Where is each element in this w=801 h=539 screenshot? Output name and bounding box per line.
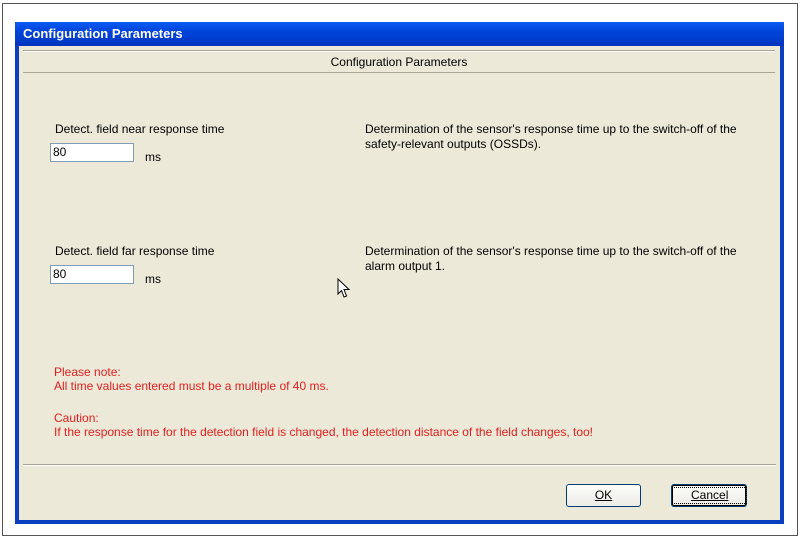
mouse-pointer-icon [337, 278, 351, 298]
far-response-time-label: Detect. field far response time [55, 244, 215, 258]
ok-button[interactable]: OK [566, 484, 641, 507]
title-bar[interactable]: Configuration Parameters [15, 22, 784, 46]
near-response-time-label: Detect. field near response time [55, 122, 225, 136]
footer-divider [23, 464, 776, 466]
far-response-time-input[interactable] [53, 267, 131, 282]
near-response-time-input[interactable] [53, 145, 131, 160]
far-response-time-unit: ms [145, 272, 161, 286]
near-response-time-field[interactable] [50, 143, 134, 162]
note-title: Please note: [54, 365, 121, 379]
dialog-window: Configuration Parameters Configuration P… [15, 22, 784, 524]
far-response-time-description: Determination of the sensor's response t… [365, 244, 737, 273]
dialog-client-area: Configuration Parameters Detect. field n… [19, 46, 780, 520]
caution-text: If the response time for the detection f… [54, 425, 594, 439]
far-response-time-field[interactable] [50, 265, 134, 284]
cancel-button-label: Cancel [672, 487, 748, 504]
near-response-time-description: Determination of the sensor's response t… [365, 122, 737, 151]
section-header-text: Configuration Parameters [330, 55, 468, 69]
section-header: Configuration Parameters [23, 51, 775, 73]
note-text: All time values entered must be a multip… [54, 379, 329, 393]
window-title: Configuration Parameters [23, 26, 183, 41]
caution-title: Caution: [54, 411, 99, 425]
cancel-button[interactable]: Cancel [671, 484, 748, 507]
ok-button-label: OK [594, 488, 613, 502]
near-response-time-unit: ms [145, 150, 161, 164]
